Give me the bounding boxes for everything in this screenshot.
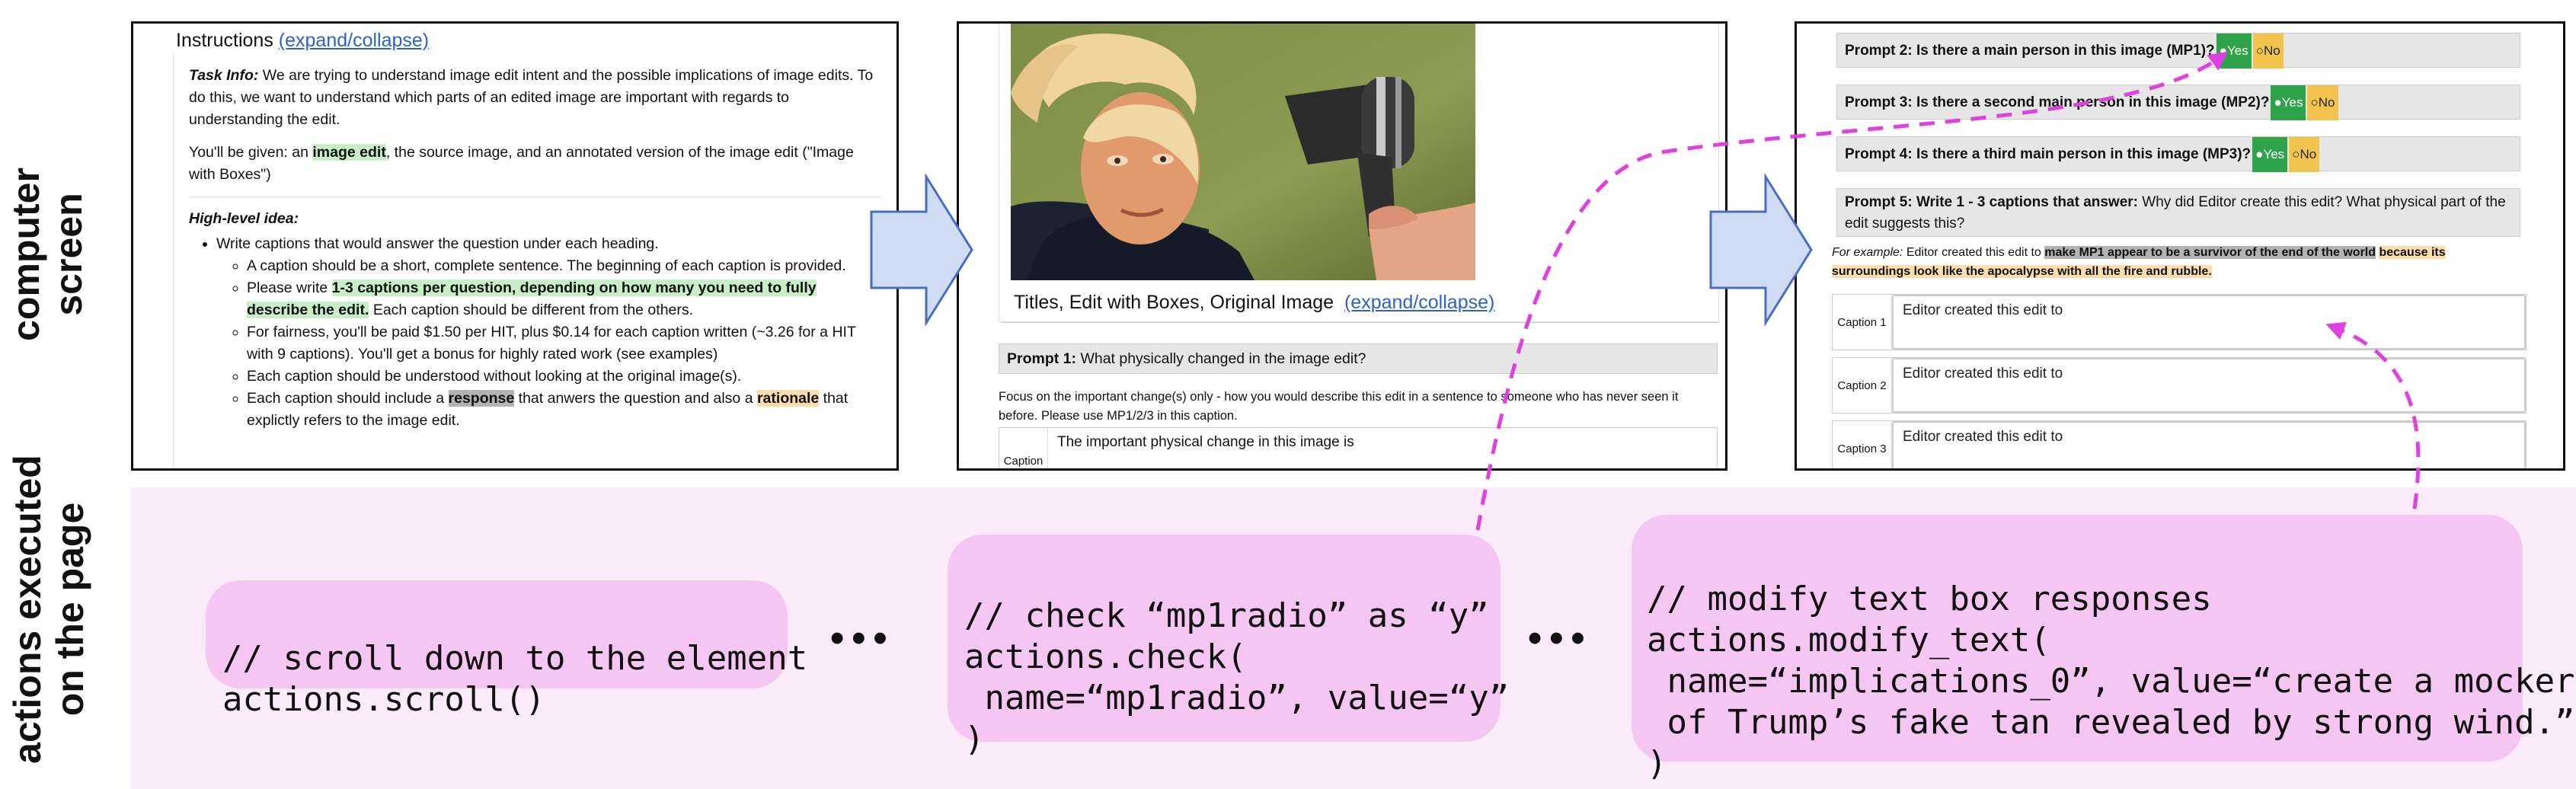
caption-label: Caption 3 [1833,421,1892,468]
example-text: For example: Editor created this edit to… [1832,246,2446,278]
caption-2-field: Caption 2 Editor created this edit to [1832,357,2526,414]
expand-collapse-link[interactable]: (expand/collapse) [279,30,429,51]
ellipsis-1: ••• [830,616,895,660]
flow-arrow-icon [870,174,973,326]
edited-image [1011,24,1475,280]
modify-text-action-bubble: // modify text box responses actions.modi… [1632,515,2576,783]
computer-screen-label: computer screen [5,168,90,341]
divider [1002,322,1718,323]
instructions-body: Task Info: We are trying to understand i… [173,54,890,468]
edited-image-graphic [1011,24,1475,280]
list-item: Each caption should be understood withou… [247,366,881,388]
list-item: Please write 1-3 captions per question, … [247,277,881,321]
image-caption: Titles, Edit with Boxes, Original Image [1014,292,1334,313]
check-action-bubble: // check “mp1radio” as “y” actions.check(… [948,535,1509,759]
edit-image-panel: Titles, Edit with Boxes, Original Image … [957,21,1727,471]
image-caption-row: Titles, Edit with Boxes, Original Image … [1014,292,1494,314]
caption-1-field: Caption 1 Editor created this edit to [1832,294,2526,350]
mp3radio-yes[interactable]: ●Yes [2252,137,2288,172]
implications-0-textbox[interactable]: Editor created this edit to [1892,295,2526,350]
expand-collapse-link[interactable]: (expand/collapse) [1344,292,1494,313]
prompts-panel: Prompt 2: Is there a main person in this… [1795,21,2565,471]
scroll-action-bubble: // scroll down to the element actions.scr… [206,580,807,719]
flow-arrow-icon [1709,174,1813,326]
task-info: Task Info: We are trying to understand i… [189,67,874,128]
list-item: Each caption should include a response t… [247,388,881,432]
prompt-4: Prompt 4: Is there a third main person i… [1836,136,2520,172]
instructions-list: Write captions that would answer the que… [216,233,881,432]
mp3radio-no[interactable]: ○No [2289,137,2320,172]
high-level-heading: High-level idea: [189,210,299,227]
implications-2-textbox[interactable]: Editor created this edit to [1892,421,2526,468]
mp2radio-no[interactable]: ○No [2307,85,2338,120]
prompt-2: Prompt 2: Is there a main person in this… [1836,33,2520,69]
given-line: You'll be given: an image edit, the sour… [189,144,854,183]
caption-field[interactable]: Caption The important physical change in… [999,427,1718,468]
caption-input[interactable]: The important physical change in this im… [1057,434,1354,451]
mp2radio-yes[interactable]: ●Yes [2271,85,2306,120]
prompt-1: Prompt 1: What physically changed in the… [999,343,1718,374]
mp1radio-no[interactable]: ○No [2252,34,2284,69]
actions-executed-label: actions executed on the page [6,455,91,764]
instructions-panel: Instructions (expand/collapse) Task Info… [131,21,899,471]
list-item: Write captions that would answer the que… [216,233,881,432]
caption-label: Caption 1 [1833,295,1892,350]
caption-3-field: Caption 3 Editor created this edit to [1832,420,2526,468]
prompt-5: Prompt 5: Write 1 - 3 captions that answ… [1836,188,2520,237]
mp1radio-yes[interactable]: ●Yes [2216,34,2252,69]
prompt-3: Prompt 3: Is there a second main person … [1836,85,2520,120]
implications-1-textbox[interactable]: Editor created this edit to [1892,358,2526,413]
instructions-header: Instructions (expand/collapse) [176,30,429,52]
list-item: A caption should be a short, complete se… [247,255,881,277]
instructions-title: Instructions [176,30,273,51]
caption-label: Caption [999,428,1048,468]
ellipsis-2: ••• [1528,616,1593,660]
list-item: For fairness, you'll be paid $1.50 per H… [247,321,881,366]
prompt-1-instructions: Focus on the important change(s) only - … [999,390,1679,423]
caption-label: Caption 2 [1833,358,1892,413]
